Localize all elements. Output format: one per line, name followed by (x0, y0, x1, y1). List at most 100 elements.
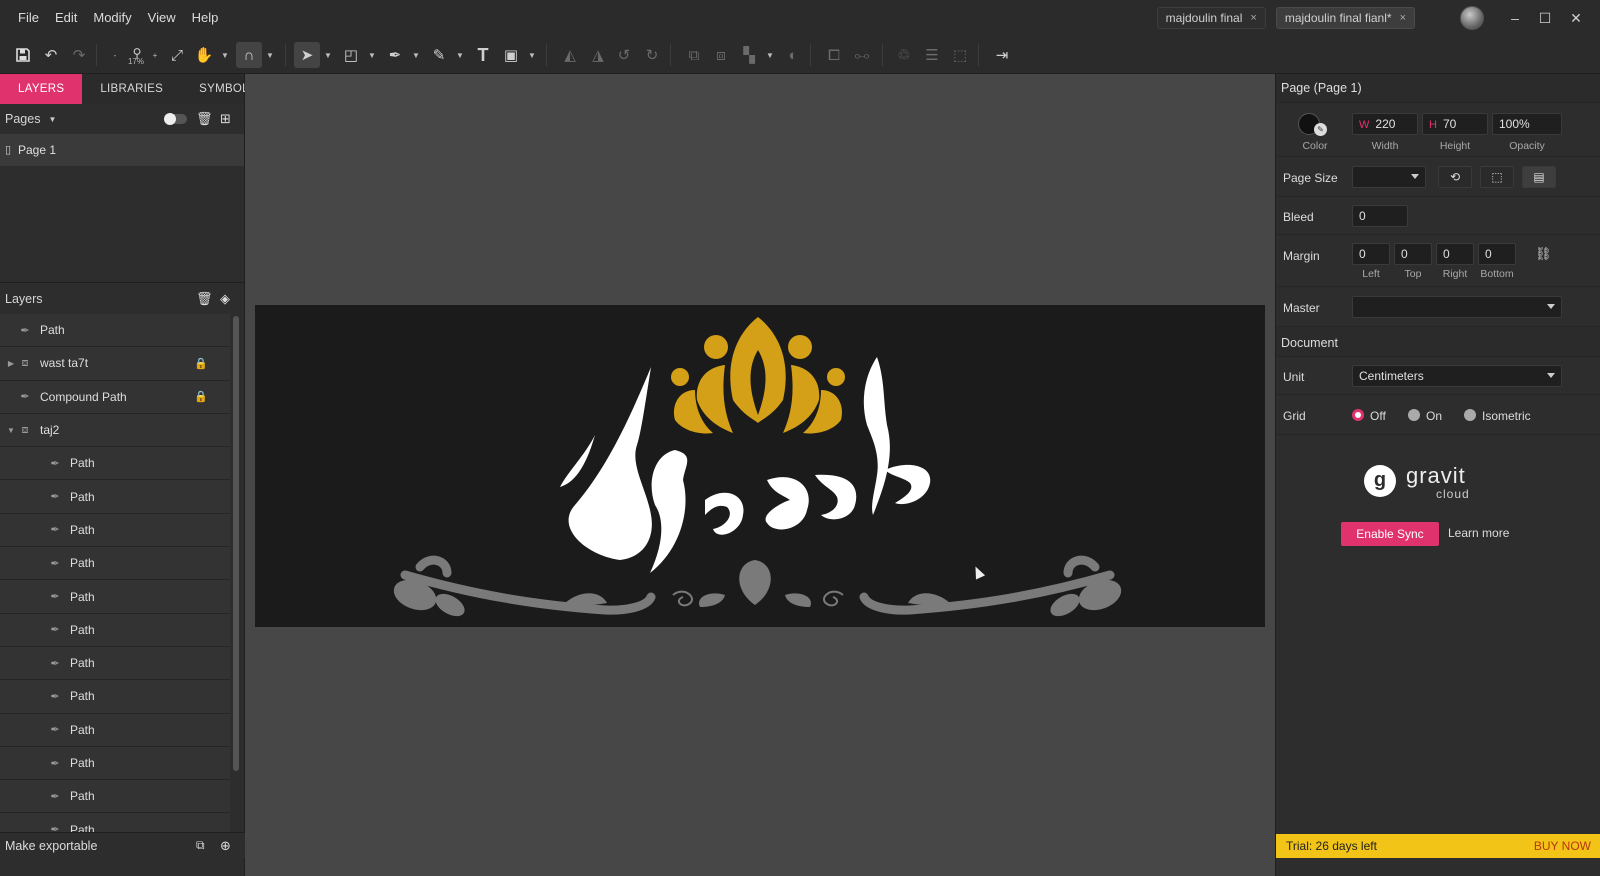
margin-left-field[interactable]: 0 (1352, 243, 1390, 265)
layer-row[interactable]: ✒ Path (0, 613, 230, 647)
canvas-area[interactable] (245, 74, 1275, 876)
zoom-in-button[interactable]: + (149, 42, 161, 68)
align-icon[interactable]: ☰ (919, 42, 945, 68)
mask-icon[interactable]: ⬚ (947, 42, 973, 68)
bleed-field[interactable]: 0 (1352, 205, 1408, 227)
eyedropper-icon[interactable]: ✎ (1314, 123, 1327, 136)
toggle-switch[interactable] (164, 113, 187, 125)
opacity-field[interactable]: 100% (1492, 113, 1562, 135)
layer-row[interactable]: ▼ ⧈ taj2 (0, 413, 230, 448)
link-margins-icon[interactable]: ⛓ (1535, 246, 1552, 262)
menu-modify[interactable]: Modify (85, 0, 139, 36)
user-avatar[interactable] (1460, 6, 1484, 30)
chevron-down-icon[interactable]: ▼ (526, 42, 538, 68)
text-tool-icon[interactable]: T (470, 42, 496, 68)
pointer-tool-icon[interactable]: ➤ (294, 42, 320, 68)
layer-row[interactable]: ✒ Path (0, 713, 230, 747)
layer-row[interactable]: ✒ Path (0, 547, 230, 581)
add-page-icon[interactable]: ⊞ (220, 111, 231, 127)
hand-tool-icon[interactable]: ✋ (191, 42, 217, 68)
shape-tool-icon[interactable]: ◰ (338, 42, 364, 68)
boolean-icon[interactable]: ◐ (780, 42, 806, 68)
lock-icon[interactable]: 🔒 (194, 390, 208, 403)
zoom-out-button[interactable]: - (109, 42, 121, 68)
margin-right-field[interactable]: 0 (1436, 243, 1474, 265)
chevron-down-icon[interactable]: ▼ (219, 42, 231, 68)
margin-bottom-field[interactable]: 0 (1478, 243, 1516, 265)
undo-icon[interactable]: ↶ (38, 42, 64, 68)
clone-icon[interactable]: ⧟ (849, 42, 875, 68)
chevron-down-icon[interactable]: ▼ (366, 42, 378, 68)
chevron-down-icon[interactable]: ▼ (410, 42, 422, 68)
rotate-left-icon[interactable]: ↺ (611, 42, 637, 68)
flip-horizontal-icon[interactable]: ◭ (557, 42, 583, 68)
document-tab-active[interactable]: majdoulin final fianl* × (1275, 7, 1415, 29)
chevron-down-icon[interactable]: ▼ (48, 115, 56, 124)
export-icon[interactable]: ⇥ (989, 42, 1015, 68)
grid-off-radio[interactable] (1352, 409, 1364, 421)
artboard[interactable] (255, 305, 1265, 627)
flip-vertical-icon[interactable]: ◮ (585, 42, 611, 68)
orientation-icon[interactable]: ⟲ (1438, 166, 1472, 188)
arrange-icon[interactable]: ▚ (736, 42, 762, 68)
minimize-icon[interactable]: – (1500, 0, 1530, 36)
layers-scrollbar[interactable] (232, 314, 240, 836)
document-tab[interactable]: majdoulin final × (1156, 7, 1266, 29)
chevron-down-icon[interactable]: ▼ (764, 42, 776, 68)
layer-row[interactable]: ✒ Path (0, 646, 230, 681)
width-field[interactable]: W 220 (1352, 113, 1418, 135)
recycle-icon[interactable]: ♲ (891, 42, 917, 68)
layer-row[interactable]: ▶ ⧈ wast ta7t 🔒 (0, 347, 230, 381)
add-layer-icon[interactable]: ◈ (220, 291, 230, 307)
add-export-icon[interactable]: ⊕ (220, 838, 231, 854)
save-icon[interactable] (10, 42, 36, 68)
pages-dropdown[interactable]: Pages (5, 112, 40, 126)
chevron-down-icon[interactable]: ▼ (454, 42, 466, 68)
redo-icon[interactable]: ↷ (66, 42, 92, 68)
ungroup-icon[interactable]: ⧈ (708, 42, 734, 68)
close-tab-icon[interactable]: × (1250, 12, 1256, 24)
trash-icon[interactable]: 🗑 (196, 291, 213, 307)
layer-row[interactable]: ✒ Path (0, 680, 230, 714)
magnet-snap-icon[interactable]: ∩ (236, 42, 262, 68)
layer-row[interactable]: ✒ Path (0, 780, 230, 814)
close-window-icon[interactable]: ✕ (1561, 0, 1591, 36)
pencil-tool-icon[interactable]: ✎ (426, 42, 452, 68)
clip-content-icon[interactable]: ⬚ (1480, 166, 1514, 188)
duplicate-icon[interactable]: ⧠ (821, 42, 847, 68)
tab-libraries[interactable]: LIBRARIES (82, 74, 181, 104)
menu-file[interactable]: File (10, 0, 47, 36)
page-item[interactable]: ▯ Page 1 (0, 134, 244, 166)
menu-view[interactable]: View (140, 0, 184, 36)
pen-tool-icon[interactable]: ✒ (382, 42, 408, 68)
grid-on-radio[interactable] (1408, 409, 1420, 421)
expand-toggle-icon[interactable]: ▶ (4, 359, 18, 368)
page-layout-icon[interactable]: ▤ (1522, 166, 1556, 188)
grid-isometric-radio[interactable] (1464, 409, 1476, 421)
menu-edit[interactable]: Edit (47, 0, 85, 36)
layer-row[interactable]: ✒ Path (0, 746, 230, 781)
lock-icon[interactable]: 🔒 (194, 357, 208, 370)
layer-row[interactable]: ✒ Path (0, 480, 230, 514)
image-tool-icon[interactable]: ▣ (498, 42, 524, 68)
fit-screen-icon[interactable]: ⤢ (164, 42, 190, 68)
export-slice-icon[interactable]: ⧉ (196, 838, 205, 853)
learn-more-link[interactable]: Learn more (1448, 526, 1509, 540)
rotate-right-icon[interactable]: ↻ (639, 42, 665, 68)
layer-row[interactable]: ✒ Path (0, 314, 230, 348)
logo-artwork[interactable] (255, 305, 1265, 627)
layer-row[interactable]: ✒ Compound Path 🔒 (0, 380, 230, 414)
chevron-down-icon[interactable]: ▼ (264, 42, 276, 68)
page-size-select[interactable] (1352, 166, 1426, 188)
expand-toggle-icon[interactable]: ▼ (4, 426, 18, 435)
layer-row[interactable]: ✒ Path (0, 513, 230, 548)
scroll-thumb[interactable] (233, 316, 239, 771)
master-select[interactable] (1352, 296, 1562, 318)
margin-top-field[interactable]: 0 (1394, 243, 1432, 265)
buy-now-link[interactable]: BUY NOW (1534, 834, 1591, 858)
chevron-down-icon[interactable]: ▼ (322, 42, 334, 68)
enable-sync-button[interactable]: Enable Sync (1341, 522, 1439, 546)
layer-row[interactable]: ✒ Path (0, 447, 230, 481)
maximize-icon[interactable]: ☐ (1530, 0, 1560, 36)
height-field[interactable]: H 70 (1422, 113, 1488, 135)
